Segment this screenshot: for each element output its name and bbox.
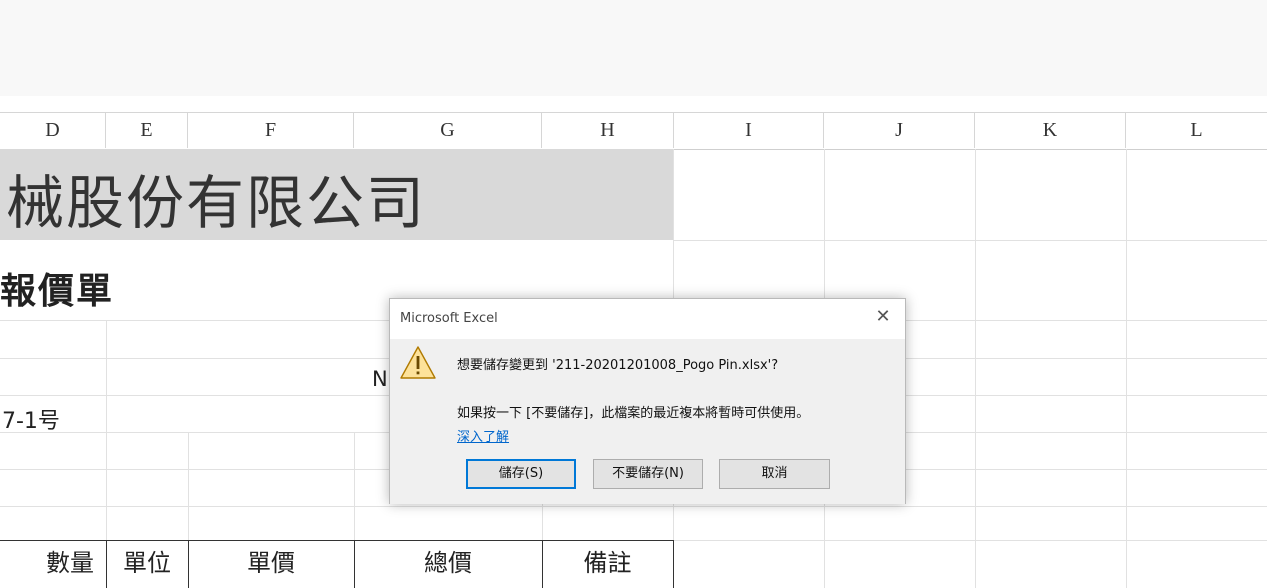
dialog-body: 想要儲存變更到 '211-20201201008_Pogo Pin.xlsx'?… bbox=[390, 339, 905, 504]
column-header-l[interactable]: L bbox=[1126, 112, 1267, 148]
dialog-title: Microsoft Excel bbox=[400, 311, 498, 326]
table-header-unit-price: 單價 bbox=[247, 549, 295, 577]
warning-icon bbox=[400, 346, 436, 379]
save-button[interactable]: 儲存(S) bbox=[466, 459, 576, 489]
column-header-g[interactable]: G bbox=[354, 112, 542, 148]
table-border bbox=[673, 540, 674, 588]
gridline bbox=[673, 540, 1267, 541]
column-header-j[interactable]: J bbox=[824, 112, 975, 148]
cancel-button[interactable]: 取消 bbox=[719, 459, 830, 489]
table-header-total: 總價 bbox=[424, 549, 472, 577]
save-changes-dialog: Microsoft Excel ✕ 想要儲存變更到 '211-202012010… bbox=[389, 298, 906, 504]
gridline bbox=[673, 240, 1267, 241]
table-header-unit: 單位 bbox=[123, 549, 171, 577]
column-header-f[interactable]: F bbox=[188, 112, 354, 148]
table-header-remarks: 備註 bbox=[583, 549, 632, 577]
dialog-message: 想要儲存變更到 '211-20201201008_Pogo Pin.xlsx'? bbox=[457, 358, 779, 373]
document-title: 報價單 bbox=[0, 271, 115, 312]
column-header-i[interactable]: I bbox=[674, 112, 824, 148]
column-header-e[interactable]: E bbox=[106, 112, 188, 148]
column-header-h[interactable]: H bbox=[542, 112, 674, 148]
company-title: 械股份有限公司 bbox=[6, 169, 427, 237]
column-header-d[interactable]: D bbox=[0, 112, 106, 148]
gridline bbox=[188, 432, 189, 540]
gridline bbox=[354, 432, 355, 540]
cell-fragment: N bbox=[372, 367, 388, 391]
ribbon-area bbox=[0, 0, 1267, 96]
learn-more-link[interactable]: 深入了解 bbox=[457, 426, 509, 445]
dialog-titlebar[interactable]: Microsoft Excel ✕ bbox=[390, 299, 905, 339]
dont-save-button[interactable]: 不要儲存(N) bbox=[593, 459, 703, 489]
address-fragment: 7-1号 bbox=[2, 409, 60, 434]
gridline bbox=[1126, 149, 1127, 588]
table-header-quantity: 數量 bbox=[46, 549, 94, 577]
gridline bbox=[106, 320, 107, 540]
dialog-detail: 如果按一下 [不要儲存]，此檔案的最近複本將暫時可供使用。 bbox=[457, 406, 810, 421]
close-icon[interactable]: ✕ bbox=[871, 305, 895, 329]
gridline bbox=[975, 149, 976, 588]
column-header-k[interactable]: K bbox=[975, 112, 1126, 148]
gridline bbox=[0, 506, 1267, 507]
